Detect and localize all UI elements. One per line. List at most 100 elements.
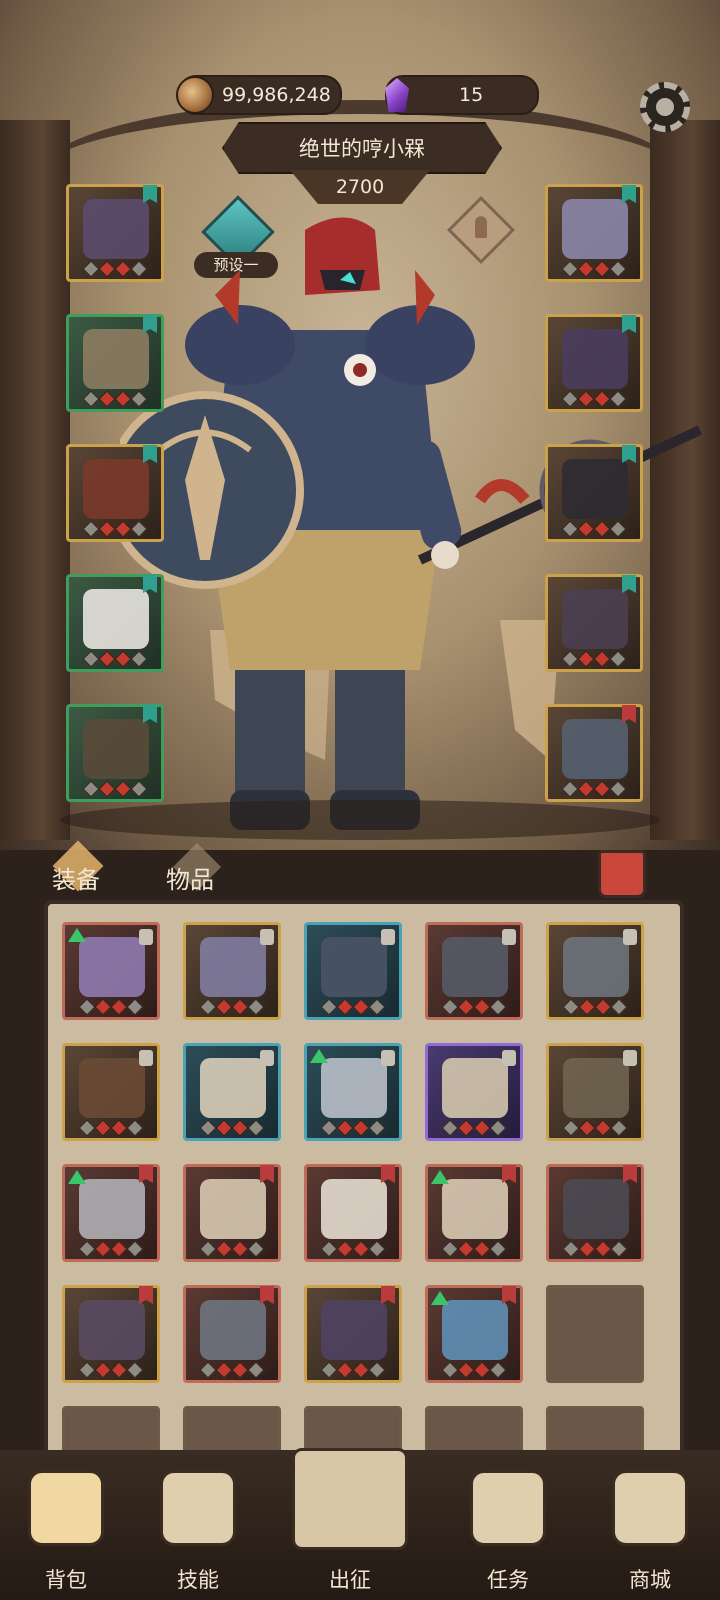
gem-sockets <box>307 1240 399 1258</box>
socket-icon <box>593 520 611 538</box>
socket-icon <box>94 1361 112 1379</box>
inventory-slot[interactable] <box>62 922 160 1020</box>
socket-icon <box>98 260 116 278</box>
lock-icon <box>502 1050 516 1066</box>
inventory-slot[interactable] <box>546 922 644 1020</box>
inventory-slot[interactable] <box>546 1043 644 1141</box>
inventory-slot[interactable] <box>425 922 523 1020</box>
socket-icon <box>562 998 580 1016</box>
equip-slot-right[interactable] <box>545 314 643 412</box>
inventory-slot[interactable] <box>183 1164 281 1262</box>
nav-item-shop-crown[interactable]: 商城 <box>590 1470 710 1600</box>
socket-icon <box>320 1240 338 1258</box>
socket-icon <box>561 390 579 408</box>
gem-counter[interactable]: 15 <box>385 75 539 115</box>
equip-slot-left[interactable] <box>66 184 164 282</box>
socket-icon <box>577 520 595 538</box>
item-art <box>442 937 508 997</box>
inventory-slot[interactable] <box>183 1043 281 1141</box>
gem-sockets <box>69 520 161 538</box>
inventory-slot[interactable] <box>304 1285 402 1383</box>
socket-icon <box>110 1119 128 1137</box>
item-art <box>321 1179 387 1239</box>
upgrade-arrow-icon <box>431 1291 449 1305</box>
gem-sockets <box>69 260 161 278</box>
socket-icon <box>610 1119 628 1137</box>
inventory-slot[interactable] <box>183 922 281 1020</box>
equipped-flag-icon <box>143 445 157 463</box>
socket-icon <box>94 1240 112 1258</box>
item-art <box>200 1058 266 1118</box>
equip-slot-right[interactable] <box>545 574 643 672</box>
gem-sockets <box>186 998 278 1016</box>
socket-icon <box>110 998 128 1016</box>
socket-icon <box>78 1119 96 1137</box>
socket-icon <box>130 650 148 668</box>
bottom-nav: 背包 技能 出征 任务 商城 <box>0 1448 720 1600</box>
inventory-slot[interactable] <box>62 1285 160 1383</box>
item-art <box>563 937 629 997</box>
equip-slot-right[interactable] <box>545 444 643 542</box>
inventory-slot[interactable] <box>425 1043 523 1141</box>
socket-icon <box>489 1240 507 1258</box>
gem-icon <box>385 78 409 112</box>
equip-slot-left[interactable] <box>66 704 164 802</box>
item-art <box>200 1300 266 1360</box>
gem-sockets <box>186 1361 278 1379</box>
socket-icon <box>352 1361 370 1379</box>
nav-item-campaign-sword[interactable]: 出征 <box>290 1448 410 1600</box>
inventory-slot[interactable] <box>62 1164 160 1262</box>
tab-items[interactable]: 物品 <box>166 860 214 895</box>
gold-counter[interactable]: 99,986,248 <box>176 75 342 115</box>
equip-slot-right[interactable] <box>545 704 643 802</box>
socket-icon <box>578 1119 596 1137</box>
equip-slot-left[interactable] <box>66 444 164 542</box>
trash-icon[interactable] <box>598 850 646 898</box>
socket-icon <box>561 650 579 668</box>
inventory-slot[interactable] <box>304 1043 402 1141</box>
equipped-flag-icon <box>622 705 636 723</box>
nav-item-quest-horn[interactable]: 任务 <box>448 1470 568 1600</box>
inventory-slot[interactable] <box>546 1164 644 1262</box>
socket-icon <box>609 650 627 668</box>
equipped-flag-icon <box>143 315 157 333</box>
socket-icon <box>98 390 116 408</box>
gem-sockets <box>69 780 161 798</box>
rank-flag-icon <box>623 1165 637 1183</box>
equip-slot-left[interactable] <box>66 314 164 412</box>
item-art <box>79 1300 145 1360</box>
backpack-icon <box>28 1470 104 1546</box>
item-art <box>83 329 149 389</box>
nav-item-skill-scroll[interactable]: 技能 <box>138 1470 258 1600</box>
inventory-slot[interactable] <box>62 1043 160 1141</box>
socket-icon <box>609 780 627 798</box>
item-art <box>562 589 628 649</box>
settings-gear-icon[interactable] <box>640 82 690 132</box>
item-art <box>321 1300 387 1360</box>
socket-icon <box>609 520 627 538</box>
inventory-slot[interactable] <box>304 922 402 1020</box>
socket-icon <box>130 520 148 538</box>
socket-icon <box>110 1361 128 1379</box>
inventory-slot[interactable] <box>425 1285 523 1383</box>
rank-flag-icon <box>381 1165 395 1183</box>
gem-sockets <box>548 390 640 408</box>
inventory-slot[interactable] <box>304 1164 402 1262</box>
equip-slot-right[interactable] <box>545 184 643 282</box>
inventory-slot[interactable] <box>425 1164 523 1262</box>
socket-icon <box>247 1361 265 1379</box>
inventory-slot[interactable] <box>183 1285 281 1383</box>
gem-sockets <box>428 1361 520 1379</box>
tab-equipment[interactable]: 装备 <box>52 860 100 895</box>
equip-slot-left[interactable] <box>66 574 164 672</box>
player-name: 绝世的哼小槑 <box>222 122 502 174</box>
inventory-slot[interactable] <box>546 1285 644 1383</box>
socket-icon <box>231 1240 249 1258</box>
socket-icon <box>130 780 148 798</box>
socket-icon <box>441 1240 459 1258</box>
gem-sockets <box>65 1119 157 1137</box>
equipped-flag-icon <box>143 705 157 723</box>
nav-item-backpack[interactable]: 背包 <box>6 1470 126 1600</box>
socket-icon <box>578 1240 596 1258</box>
socket-icon <box>610 1240 628 1258</box>
